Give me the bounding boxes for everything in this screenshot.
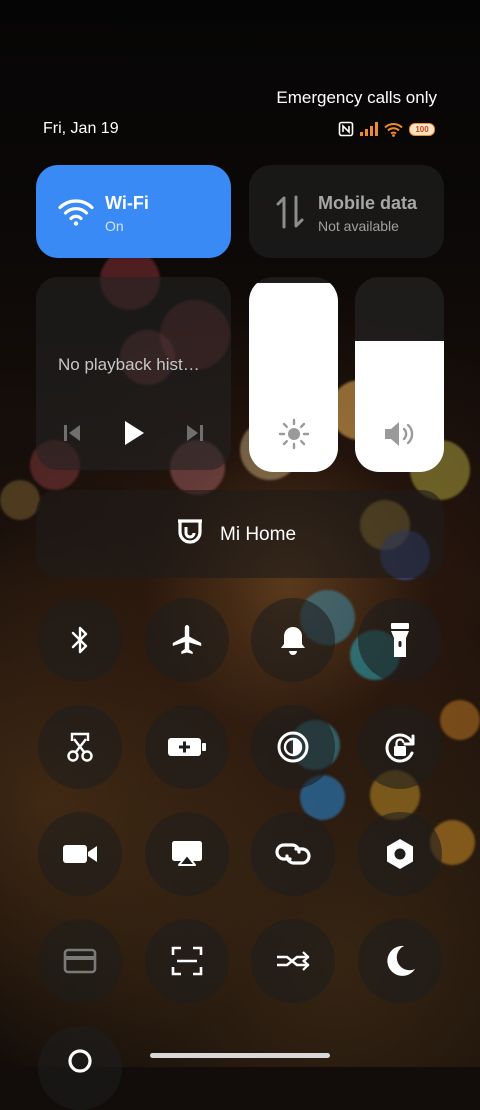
bluetooth-toggle[interactable] xyxy=(38,598,122,682)
video-camera-icon xyxy=(63,845,97,863)
mobile-data-status: Not available xyxy=(318,218,399,234)
location-icon xyxy=(68,1049,92,1073)
screenshot-toggle[interactable] xyxy=(38,705,122,789)
mobile-data-title: Mobile data xyxy=(318,193,418,213)
night-mode-toggle[interactable] xyxy=(358,919,442,1003)
scanner-toggle[interactable] xyxy=(145,919,229,1003)
link-icon xyxy=(275,843,311,865)
card-toggle[interactable] xyxy=(38,919,122,1003)
cast-icon xyxy=(172,841,202,866)
flashlight-toggle[interactable] xyxy=(358,598,442,682)
scanner-icon xyxy=(171,946,203,976)
previous-icon[interactable] xyxy=(63,423,81,443)
mi-home-icon xyxy=(178,519,202,544)
screen-recorder-toggle[interactable] xyxy=(38,812,122,896)
airplane-mode-toggle[interactable] xyxy=(145,598,229,682)
settings-hex-icon xyxy=(387,839,413,869)
cast-toggle[interactable] xyxy=(145,812,229,896)
media-player-tile[interactable]: No playback hist… xyxy=(36,277,231,470)
battery-level: 100 xyxy=(415,124,429,134)
mobile-data-icon xyxy=(276,195,304,229)
mi-home-tile[interactable]: Mi Home xyxy=(36,490,444,578)
dark-mode-icon xyxy=(277,731,309,763)
settings-toggle[interactable] xyxy=(358,812,442,896)
wifi-icon xyxy=(384,122,403,137)
carrier-status-text: Emergency calls only xyxy=(276,88,437,107)
nfc-icon xyxy=(338,121,354,137)
status-icons: 100 xyxy=(338,121,435,137)
sync-icon xyxy=(277,951,310,971)
rotation-lock-toggle[interactable] xyxy=(358,705,442,789)
status-date: Fri, Jan 19 xyxy=(43,120,119,137)
wifi-status: On xyxy=(105,218,124,234)
brightness-slider[interactable] xyxy=(249,277,338,472)
brightness-icon xyxy=(278,418,310,450)
screenshot-icon xyxy=(67,732,93,762)
battery-saver-toggle[interactable] xyxy=(145,705,229,789)
bluetooth-icon xyxy=(71,626,88,654)
volume-fill xyxy=(355,341,444,472)
battery-icon: 100 xyxy=(409,122,435,136)
wifi-tile[interactable]: Wi-Fi On xyxy=(36,165,231,258)
wifi-icon xyxy=(58,199,94,226)
media-status-text: No playback hist… xyxy=(58,355,200,374)
location-toggle[interactable] xyxy=(38,1026,122,1110)
play-icon[interactable] xyxy=(123,420,145,446)
card-icon xyxy=(63,948,97,974)
ringer-toggle[interactable] xyxy=(251,598,335,682)
airplane-icon xyxy=(172,625,202,654)
wifi-title: Wi-Fi xyxy=(105,193,149,213)
rotation-lock-icon xyxy=(385,733,415,763)
sync-toggle[interactable] xyxy=(251,919,335,1003)
mi-home-label: Mi Home xyxy=(220,524,297,545)
flashlight-icon xyxy=(391,623,409,657)
volume-icon xyxy=(385,422,414,446)
next-icon[interactable] xyxy=(186,423,204,443)
home-indicator[interactable] xyxy=(150,1053,330,1058)
battery-saver-icon xyxy=(168,738,206,756)
link-toggle[interactable] xyxy=(251,812,335,896)
signal-icon xyxy=(360,122,378,136)
volume-slider[interactable] xyxy=(355,277,444,472)
moon-icon xyxy=(387,945,415,976)
bell-icon xyxy=(281,627,305,655)
mobile-data-tile[interactable]: Mobile data Not available xyxy=(249,165,444,258)
dark-mode-toggle[interactable] xyxy=(251,705,335,789)
